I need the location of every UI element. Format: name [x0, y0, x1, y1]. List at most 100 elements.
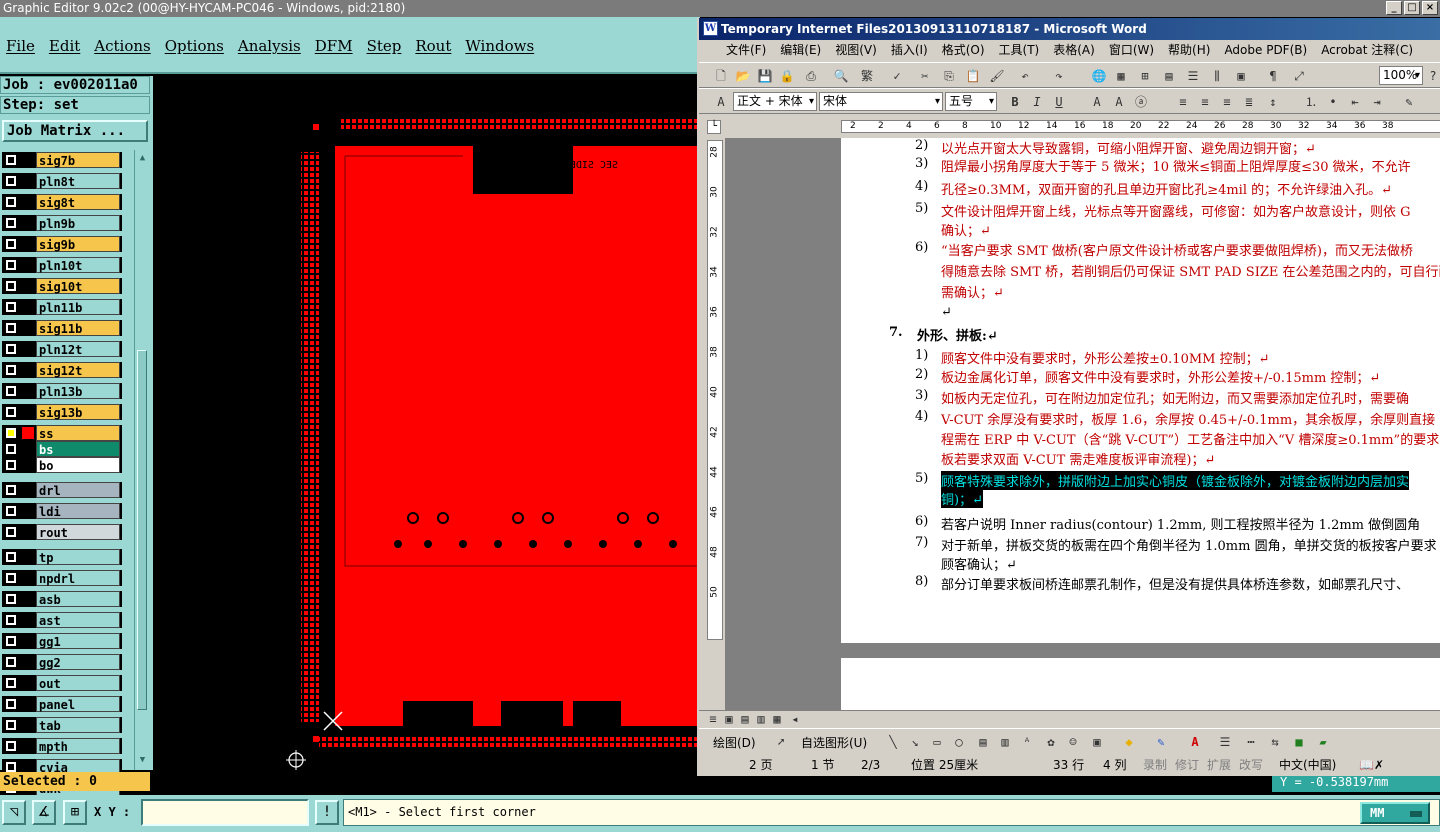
layer-checkbox[interactable] [6, 302, 16, 312]
status-ext[interactable]: 扩展 [1207, 754, 1231, 776]
line-spacing-icon[interactable]: ↕ [1265, 94, 1281, 110]
layer-row-out[interactable]: out [2, 675, 122, 691]
layer-checkbox[interactable] [6, 260, 16, 270]
dash-style-icon[interactable]: ┅ [1243, 734, 1259, 750]
minimize-icon[interactable]: _ [1386, 1, 1402, 15]
print-icon[interactable]: ⎙ [803, 68, 819, 84]
char-shading-icon[interactable]: A [1111, 94, 1127, 110]
line-color-icon[interactable]: ✎ [1153, 734, 1169, 750]
copy-icon[interactable]: ⎘ [941, 68, 957, 84]
hyperlink-icon[interactable]: 🌐 [1091, 68, 1107, 84]
open-icon[interactable]: 📂 [735, 68, 751, 84]
layer-row-mpth[interactable]: mpth [2, 738, 122, 754]
save-icon[interactable]: 💾 [757, 68, 773, 84]
layer-checkbox[interactable] [6, 552, 16, 562]
drawing-icon[interactable]: ⫼ [1209, 68, 1225, 84]
justify-icon[interactable]: ≣ [1241, 94, 1257, 110]
font-color-icon[interactable]: A [1187, 734, 1203, 750]
fill-color-icon[interactable]: ◆ [1121, 734, 1137, 750]
document-line[interactable]: 若客户说明 Inner radius(contour) 1.2mm, 则工程按照… [941, 514, 1420, 533]
layer-checkbox[interactable] [6, 365, 16, 375]
layer-row-panel[interactable]: panel [2, 696, 122, 712]
layer-row-pln9b[interactable]: pln9b [2, 215, 122, 231]
layer-row-sig7b[interactable]: sig7b [2, 152, 122, 168]
word-menu-item[interactable]: Acrobat 注释(C) [1314, 40, 1420, 60]
document-line[interactable]: 顾客特殊要求除外，拼版附边上加实心铜皮（镀金板除外，对镀金板附边内层加实 [941, 471, 1410, 490]
word-menu-item[interactable]: 视图(V) [828, 40, 884, 60]
layer-checkbox[interactable] [6, 741, 16, 751]
style-combo[interactable]: 正文 + 宋体 [733, 92, 817, 111]
status-trk[interactable]: 修订 [1175, 754, 1199, 776]
document-line[interactable]: 如板内无定位孔，可在附边加定位孔；如无附边，而又需要添加定位孔时，需要确 [941, 388, 1409, 407]
scroll-thumb[interactable] [137, 350, 147, 710]
layer-checkbox[interactable] [6, 460, 16, 470]
layer-checkbox[interactable] [6, 386, 16, 396]
align-center-icon[interactable]: ≡ [1197, 94, 1213, 110]
rectangle-icon[interactable]: ▭ [929, 734, 945, 750]
ge-menu-rout[interactable]: Rout [415, 37, 451, 55]
increase-indent-icon[interactable]: ⇥ [1369, 94, 1385, 110]
spelling-icon[interactable]: ✓ [889, 68, 905, 84]
line-icon[interactable]: ╲ [885, 734, 901, 750]
zoom-icon[interactable]: ⤢ [1291, 68, 1307, 84]
word-menu-item[interactable]: 工具(T) [992, 40, 1047, 60]
font-combo[interactable]: 宋体 [819, 92, 943, 111]
layer-checkbox[interactable] [6, 485, 16, 495]
layer-checkbox[interactable] [6, 506, 16, 516]
xy-input[interactable] [141, 799, 309, 826]
layer-checkbox[interactable] [6, 176, 16, 186]
document-line[interactable]: “当客户要求 SMT 做桥(客户原文件设计桥或客户要求要做阻焊桥)，而又无法做桥 [941, 240, 1413, 259]
document-line[interactable]: 孔径≥0.3MM，双面开窗的孔且单边开窗比孔≥4mil 的；不允许绿油入孔。↵ [941, 179, 1392, 198]
word-menu-item[interactable]: 帮助(H) [1161, 40, 1217, 60]
document-line[interactable]: 得随意去除 SMT 桥，若削铜后仍可保证 SMT PAD SIZE 在公差范围之… [941, 261, 1440, 280]
word-menu-item[interactable]: 格式(O) [935, 40, 992, 60]
decrease-indent-icon[interactable]: ⇤ [1347, 94, 1363, 110]
layer-row-sig13b[interactable]: sig13b [2, 404, 122, 420]
pcb-canvas[interactable]: SEC SIDE [153, 76, 698, 770]
document-line[interactable]: 顾客确认；↵ [941, 554, 1017, 573]
layer-checkbox[interactable] [6, 444, 16, 454]
word-menu-item[interactable]: 窗口(W) [1102, 40, 1161, 60]
layer-checkbox[interactable] [6, 323, 16, 333]
document-line[interactable]: 阻焊最小拐角厚度大于等于 5 微米；10 微米≤铜面上阻焊厚度≤30 微米，不允… [941, 156, 1411, 175]
clipart-icon[interactable]: ☺ [1065, 734, 1081, 750]
select-objects-icon[interactable]: ➚ [773, 734, 789, 750]
layer-row-ast[interactable]: ast [2, 612, 122, 628]
font-size-combo[interactable]: 五号 [945, 92, 997, 111]
layer-row-sig12t[interactable]: sig12t [2, 362, 122, 378]
status-rec[interactable]: 录制 [1143, 754, 1167, 776]
layer-row-pln12t[interactable]: pln12t [2, 341, 122, 357]
ge-menu-step[interactable]: Step [367, 37, 402, 55]
layer-row-tab[interactable]: tab [2, 717, 122, 733]
layer-checkbox[interactable] [6, 573, 16, 583]
undo-icon[interactable]: ↶ [1017, 68, 1033, 84]
cut-icon[interactable]: ✂ [917, 68, 933, 84]
ge-menu-windows[interactable]: Windows [465, 37, 534, 55]
arrow-style-icon[interactable]: ⇆ [1267, 734, 1283, 750]
layer-row-tp[interactable]: tp [2, 549, 122, 565]
spelling-status-icon[interactable]: 📖✗ [1359, 754, 1384, 776]
line-style-icon[interactable]: ☰ [1217, 734, 1233, 750]
word-menu-item[interactable]: 文件(F) [719, 40, 773, 60]
ge-menu-dfm[interactable]: DFM [315, 37, 353, 55]
align-left-icon[interactable]: ≡ [1175, 94, 1191, 110]
document-line[interactable]: 铜)；↵ [941, 489, 983, 508]
zoom-combo[interactable]: 100% [1379, 66, 1423, 85]
shadow-icon[interactable]: ■ [1291, 734, 1307, 750]
layer-row-pln8t[interactable]: pln8t [2, 173, 122, 189]
document-line[interactable]: V-CUT 余厚没有要求时，板厚 1.6，余厚按 0.45+/-0.1mm，其余… [941, 409, 1435, 428]
layer-row-asb[interactable]: asb [2, 591, 122, 607]
measure-icon[interactable]: ∡ [32, 800, 56, 825]
ge-menu-analysis[interactable]: Analysis [238, 37, 301, 55]
draw-menu[interactable]: 绘图(D) [713, 734, 756, 751]
unit-selector[interactable]: MM [1360, 802, 1430, 824]
document-line[interactable]: 部分订单要求板间桥连邮票孔制作，但是没有提供具体桥连参数，如邮票孔尺寸、 [941, 574, 1409, 593]
highlight-icon[interactable]: ✎ [1401, 94, 1417, 110]
document-page[interactable]: 2) 以光点开窗太大导致露铜，可缩小阻焊开窗、避免周边铜开窗；↵ 3) 阻焊最小拐角厚… [841, 138, 1440, 643]
document-line[interactable]: 对于新单，拼板交货的板需在四个角倒半径为 1.0mm 圆角，单拼交货的板按客户要… [941, 535, 1437, 554]
layer-checkbox[interactable] [6, 657, 16, 667]
char-border-icon[interactable]: A [1089, 94, 1105, 110]
layer-checkbox[interactable] [6, 678, 16, 688]
web-view-icon[interactable]: ▣ [721, 711, 737, 727]
document-line[interactable]: 顾客文件中没有要求时，外形公差按±0.10MM 控制；↵ [941, 348, 1270, 367]
